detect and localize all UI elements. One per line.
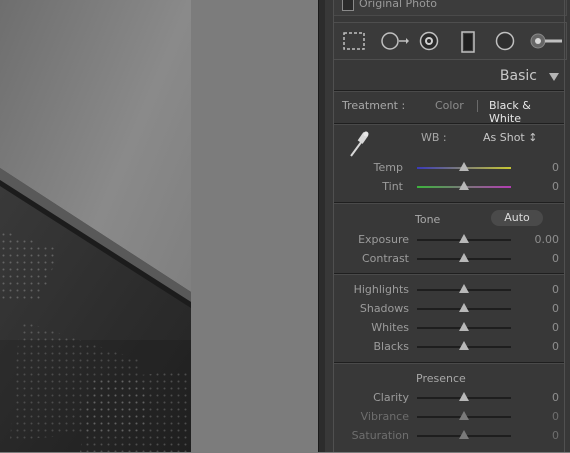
canvas-background — [191, 0, 318, 452]
whites-value[interactable]: 0 — [529, 321, 559, 334]
original-photo-label: Original Photo — [359, 0, 437, 10]
vibrance-value[interactable]: 0 — [529, 410, 559, 423]
blacks-value[interactable]: 0 — [529, 340, 559, 353]
presence-section: Presence Clarity 0 Vibrance 0 Saturation… — [333, 362, 565, 453]
saturation-label: Saturation — [351, 429, 409, 442]
temp-slider-thumb[interactable] — [459, 162, 469, 171]
treatment-label: Treatment : — [342, 99, 406, 112]
radial-filter-icon[interactable] — [494, 31, 516, 51]
presence-label: Presence — [416, 372, 466, 385]
clarity-label: Clarity — [373, 391, 409, 404]
blacks-slider-thumb[interactable] — [459, 341, 469, 350]
temp-label: Temp — [373, 161, 403, 174]
blacks-label: Blacks — [373, 340, 410, 353]
wb-label: WB : — [421, 131, 447, 144]
contrast-slider-thumb[interactable] — [459, 253, 469, 262]
basic-panel-title: Basic — [499, 68, 537, 84]
tool-strip — [333, 22, 567, 60]
basic-panel-header[interactable]: Basic — [333, 64, 565, 86]
tone-section: Tone Auto Exposure 0.00 Contrast 0 — [333, 202, 565, 273]
highlights-label: Highlights — [353, 283, 409, 296]
exposure-slider-thumb[interactable] — [459, 234, 469, 243]
panel-border-right — [564, 0, 565, 452]
treatment-bw-option[interactable]: Black & White — [489, 99, 565, 125]
graduated-filter-icon[interactable] — [460, 31, 476, 53]
original-photo-checkbox[interactable] — [342, 0, 354, 11]
tone-label: Tone — [415, 213, 441, 226]
original-photo-row[interactable]: Original Photo — [333, 0, 567, 16]
tint-label: Tint — [382, 180, 403, 193]
shadows-label: Shadows — [359, 302, 409, 315]
photo-preview — [0, 0, 191, 452]
highlights-value[interactable]: 0 — [529, 283, 559, 296]
clarity-slider-thumb[interactable] — [459, 392, 469, 401]
treatment-color-option[interactable]: Color — [435, 99, 464, 112]
tone-detail-section: Highlights 0 Shadows 0 Whites 0 Blacks 0 — [333, 273, 565, 362]
wb-select[interactable]: As Shot ↕ — [483, 131, 537, 144]
panel-body: Original Photo Basic Treatment: Color B… — [325, 0, 570, 452]
tint-slider-thumb[interactable] — [459, 181, 469, 190]
vibrance-slider-thumb[interactable] — [459, 411, 469, 420]
saturation-value[interactable]: 0 — [529, 429, 559, 442]
wb-eyedropper-icon[interactable] — [347, 130, 371, 158]
spot-removal-icon[interactable] — [380, 31, 410, 51]
treatment-section: Treatment : Color Black & White — [333, 90, 565, 125]
exposure-value[interactable]: 0.00 — [529, 233, 560, 246]
contrast-label: Contrast — [361, 252, 409, 265]
vibrance-label: Vibrance — [360, 410, 409, 423]
temp-value[interactable]: 0 — [529, 161, 559, 174]
highlights-slider-thumb[interactable] — [459, 284, 469, 293]
adjustment-brush-icon[interactable] — [530, 31, 564, 51]
tone-auto-button[interactable]: Auto — [491, 210, 543, 226]
photo-image — [0, 0, 191, 452]
contrast-value[interactable]: 0 — [529, 252, 559, 265]
whites-slider-thumb[interactable] — [459, 322, 469, 331]
whites-label: Whites — [371, 321, 409, 334]
develop-right-panel: Original Photo Basic Treatment: Color B… — [318, 0, 570, 452]
exposure-label: Exposure — [358, 233, 409, 246]
treatment-separator — [477, 100, 478, 112]
shadows-value[interactable]: 0 — [529, 302, 559, 315]
tint-value[interactable]: 0 — [529, 180, 559, 193]
collapse-triangle-icon[interactable] — [549, 73, 559, 81]
crop-overlay-icon[interactable] — [342, 31, 366, 51]
clarity-value[interactable]: 0 — [529, 391, 559, 404]
panel-border-left — [333, 0, 334, 452]
shadows-slider-thumb[interactable] — [459, 303, 469, 312]
white-balance-section: WB : As Shot ↕ Temp 0 Tint 0 — [333, 123, 565, 202]
red-eye-icon[interactable] — [418, 31, 440, 51]
saturation-slider-thumb[interactable] — [459, 430, 469, 439]
